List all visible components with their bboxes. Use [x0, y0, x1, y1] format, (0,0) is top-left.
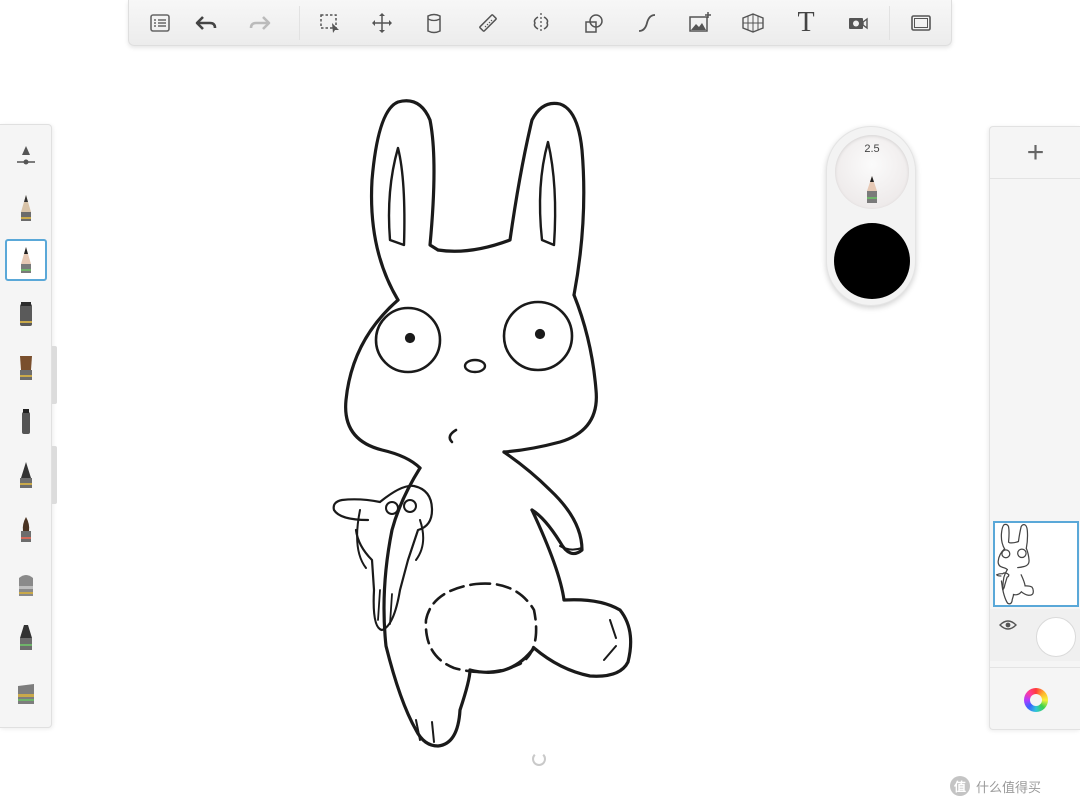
- shapes-icon[interactable]: [577, 7, 611, 39]
- color-wheel-icon: [1023, 687, 1048, 712]
- current-color-swatch[interactable]: [834, 223, 910, 299]
- layers-panel: +: [989, 126, 1080, 730]
- felt-pen-brush-icon[interactable]: [5, 401, 47, 443]
- selection-icon[interactable]: [313, 7, 347, 39]
- layer-thumbnail-preview: [995, 523, 1034, 605]
- paint-brush-icon[interactable]: [5, 347, 47, 389]
- smudge-brush-icon[interactable]: [5, 671, 47, 713]
- marker-brush-icon[interactable]: [5, 293, 47, 335]
- undo-icon[interactable]: [189, 7, 223, 39]
- top-toolbar: T: [128, 0, 952, 46]
- brush-size-value: 2.5: [864, 143, 880, 155]
- watermark-text: 什么值得买: [976, 780, 1042, 796]
- fill-icon[interactable]: [417, 7, 451, 39]
- brush-puck[interactable]: 2.5: [826, 126, 916, 306]
- layer-thumbnail[interactable]: [993, 521, 1079, 607]
- curve-icon[interactable]: [630, 7, 664, 39]
- menu-icon[interactable]: [143, 7, 177, 39]
- redo-icon[interactable]: [243, 7, 277, 39]
- text-icon[interactable]: T: [789, 7, 823, 39]
- time-lapse-icon[interactable]: [841, 7, 875, 39]
- brush-slider-icon[interactable]: [5, 133, 47, 175]
- watermark: 值 什么值得买: [950, 776, 1041, 796]
- ink-pen-brush-icon[interactable]: [5, 455, 47, 497]
- palette-grip[interactable]: [52, 346, 57, 404]
- add-layer-button[interactable]: +: [990, 127, 1080, 179]
- background-layer-row: [990, 609, 1080, 661]
- brush-palette: [0, 124, 52, 728]
- current-brush-icon: [867, 176, 877, 203]
- fullscreen-icon[interactable]: [904, 7, 938, 39]
- airbrush-icon[interactable]: [5, 617, 47, 659]
- ruler-icon[interactable]: [471, 7, 505, 39]
- round-brush-icon[interactable]: [5, 509, 47, 551]
- perspective-icon[interactable]: [736, 7, 770, 39]
- background-color-swatch[interactable]: [1036, 617, 1076, 657]
- canvas-drawing[interactable]: [320, 90, 650, 755]
- eye-icon[interactable]: [999, 619, 1017, 631]
- toolbar-divider: [299, 6, 300, 40]
- add-image-icon[interactable]: [683, 7, 717, 39]
- palette-grip[interactable]: [52, 446, 57, 504]
- sync-spinner-icon: [532, 752, 546, 766]
- soft-pencil-brush-icon[interactable]: [5, 239, 47, 281]
- brush-size-control[interactable]: 2.5: [835, 135, 909, 209]
- toolbar-divider: [889, 6, 890, 40]
- watermark-badge: 值: [950, 776, 970, 796]
- symmetry-icon[interactable]: [524, 7, 558, 39]
- transform-icon[interactable]: [365, 7, 399, 39]
- color-wheel-button[interactable]: [990, 667, 1080, 731]
- eraser-brush-icon[interactable]: [5, 563, 47, 605]
- pencil-brush-icon[interactable]: [5, 187, 47, 229]
